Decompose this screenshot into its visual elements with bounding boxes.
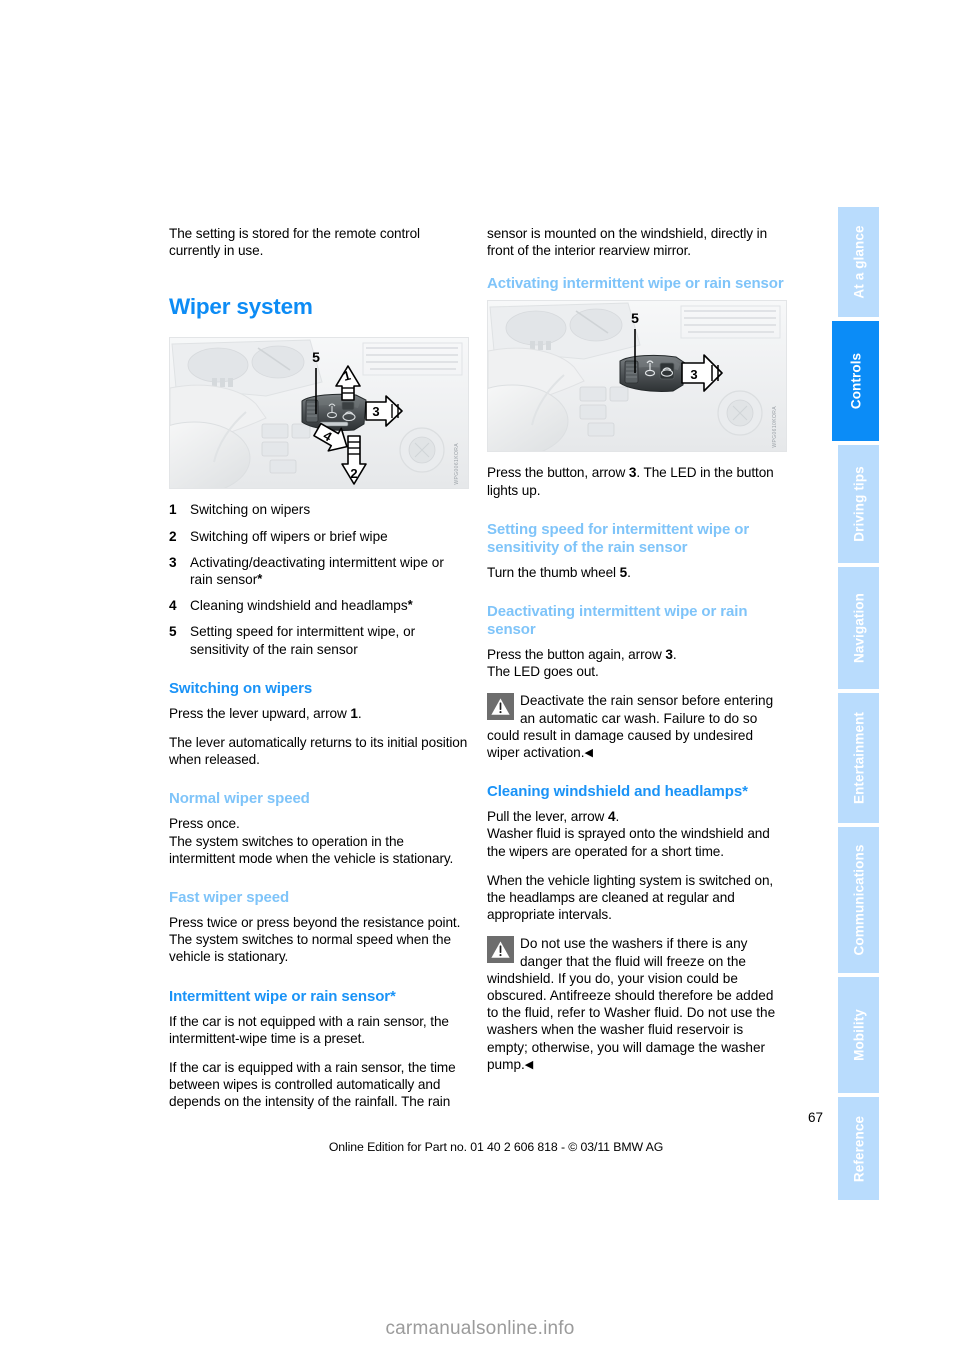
paragraph: The LED goes out. <box>487 664 599 680</box>
heading-cleaning-windshield-and-headlamps: Cleaning windshield and headlamps* <box>487 783 748 801</box>
paragraph: When the vehicle lighting system is swit… <box>487 872 774 923</box>
svg-text:5: 5 <box>631 310 639 326</box>
paragraph: Pull the lever, arrow 4. <box>487 809 620 825</box>
legend-number: 3 <box>169 554 177 570</box>
warning-triangle-icon <box>487 693 514 721</box>
legend-text: Cleaning windshield and headlamps <box>190 598 408 614</box>
tab-controls[interactable]: Controls <box>832 321 879 441</box>
tab-label: Entertainment <box>851 711 866 805</box>
heading-fast-wiper-speed: Fast wiper speed <box>169 889 290 907</box>
warning-text: Deactivate the rain sensor before enteri… <box>487 693 774 761</box>
edition-line: Online Edition for Part no. 01 40 2 606 … <box>328 1140 664 1154</box>
tab-entertainment[interactable]: Entertainment <box>838 693 879 823</box>
paragraph: Press the lever upward, arrow 1. <box>169 705 362 721</box>
chapter-tab-rail: At a glance Controls Driving tips Naviga… <box>832 207 879 1200</box>
end-marker: ◀ <box>524 1058 534 1071</box>
tab-at-a-glance[interactable]: At a glance <box>838 207 879 317</box>
paragraph: The system switches to operation in the … <box>169 833 454 866</box>
tab-label: Driving tips <box>851 466 866 542</box>
figure-credit: WPG0610KORA <box>771 405 778 448</box>
paragraph: The system switches to normal speed when… <box>169 932 451 965</box>
tab-reference[interactable]: Reference <box>838 1097 879 1200</box>
paragraph: Washer fluid is sprayed onto the windshi… <box>487 826 770 859</box>
tab-label: At a glance <box>851 225 866 299</box>
legend-item: 5 Setting speed for intermittent wipe, o… <box>169 623 469 657</box>
svg-text:3: 3 <box>690 367 697 382</box>
paragraph: If the car is equipped with a rain senso… <box>169 1060 456 1110</box>
heading-setting-speed: Setting speed for intermittent wipe or s… <box>487 520 750 556</box>
legend-number: 5 <box>169 624 177 640</box>
legend-item: 4 Cleaning windshield and headlamps* <box>169 597 469 614</box>
page-title: Wiper system <box>169 294 313 320</box>
manual-page: At a glance Controls Driving tips Naviga… <box>0 0 960 1358</box>
svg-text:3: 3 <box>372 404 379 419</box>
tab-label: Reference <box>851 1115 866 1182</box>
warning-rain-sensor-car-wash: Deactivate the rain sensor before enteri… <box>487 692 787 761</box>
heading-switching-on-wipers: Switching on wipers <box>169 679 313 697</box>
figure-credit: WPG0061KORA <box>453 442 460 485</box>
warning-washer-fluid-freeze: Do not use the washers if there is any d… <box>487 935 787 1073</box>
legend-item: 1 Switching on wipers <box>169 501 469 518</box>
tab-driving-tips[interactable]: Driving tips <box>838 445 879 563</box>
heading-intermittent-wipe-or-rain-sensor: Intermittent wipe or rain sensor* <box>169 987 396 1005</box>
legend-number: 2 <box>169 528 177 544</box>
heading-normal-wiper-speed: Normal wiper speed <box>169 790 310 808</box>
continuation-paragraph: sensor is mounted on the windshield, dir… <box>487 226 768 259</box>
end-marker: ◀ <box>584 747 593 760</box>
svg-text:2: 2 <box>350 466 357 481</box>
paragraph: Turn the thumb wheel 5. <box>487 564 631 580</box>
right-text-column: sensor is mounted on the windshield, dir… <box>487 225 787 1085</box>
paragraph: The lever automatically returns to its i… <box>169 735 468 768</box>
legend-item: 2 Switching off wipers or brief wipe <box>169 528 469 545</box>
page-number: 67 <box>807 1110 823 1125</box>
wiper-button-figure: 5 3 WPG0610KORA <box>487 300 787 453</box>
warning-text: Do not use the washers if there is any d… <box>487 936 776 1072</box>
wiper-stalk-illustration: 1 5 3 4 2 <box>170 338 468 489</box>
option-asterisk: * <box>407 597 413 613</box>
left-text-column: The setting is stored for the remote con… <box>169 225 469 1123</box>
paragraph: Press the button again, arrow 3. <box>487 647 677 663</box>
intro-paragraph: The setting is stored for the remote con… <box>169 226 420 259</box>
paragraph: Press the button, arrow 3. The LED in th… <box>487 465 774 498</box>
footer-rule <box>838 1133 842 1173</box>
option-asterisk: * <box>257 571 263 587</box>
tab-communications[interactable]: Communications <box>838 827 879 973</box>
legend-number: 1 <box>169 502 177 518</box>
tab-mobility[interactable]: Mobility <box>838 977 879 1093</box>
paragraph: Press once. <box>169 816 240 832</box>
heading-deactivating-intermittent-wipe: Deactivating intermittent wipe or rain s… <box>487 603 748 639</box>
paragraph: If the car is not equipped with a rain s… <box>169 1013 449 1046</box>
legend-item: 3 Activating/deactivating intermittent w… <box>169 554 469 588</box>
tab-label: Mobility <box>851 1009 866 1061</box>
tab-label: Communications <box>851 844 866 956</box>
tab-navigation[interactable]: Navigation <box>838 567 879 689</box>
legend-text: Switching off wipers or brief wipe <box>190 528 388 544</box>
figure-legend-list: 1 Switching on wipers 2 Switching off wi… <box>169 501 469 657</box>
svg-text:5: 5 <box>312 349 320 365</box>
wiper-stalk-figure: 1 5 3 4 2 WPG0061KORA <box>169 337 469 490</box>
wiper-button-illustration: 5 3 <box>488 301 786 452</box>
tab-label: Controls <box>848 352 863 410</box>
paragraph: Press twice or press beyond the resistan… <box>169 915 461 931</box>
legend-text: Setting speed for intermittent wipe, or … <box>190 624 416 657</box>
legend-text: Activating/deactivating intermittent wip… <box>190 554 444 588</box>
warning-triangle-icon <box>487 936 514 964</box>
legend-text: Switching on wipers <box>190 502 311 518</box>
tab-label: Navigation <box>851 592 866 664</box>
site-watermark: carmanualsonline.info <box>385 1318 575 1339</box>
heading-activating-intermittent-wipe: Activating intermittent wipe or rain sen… <box>487 275 784 293</box>
legend-number: 4 <box>169 598 177 614</box>
